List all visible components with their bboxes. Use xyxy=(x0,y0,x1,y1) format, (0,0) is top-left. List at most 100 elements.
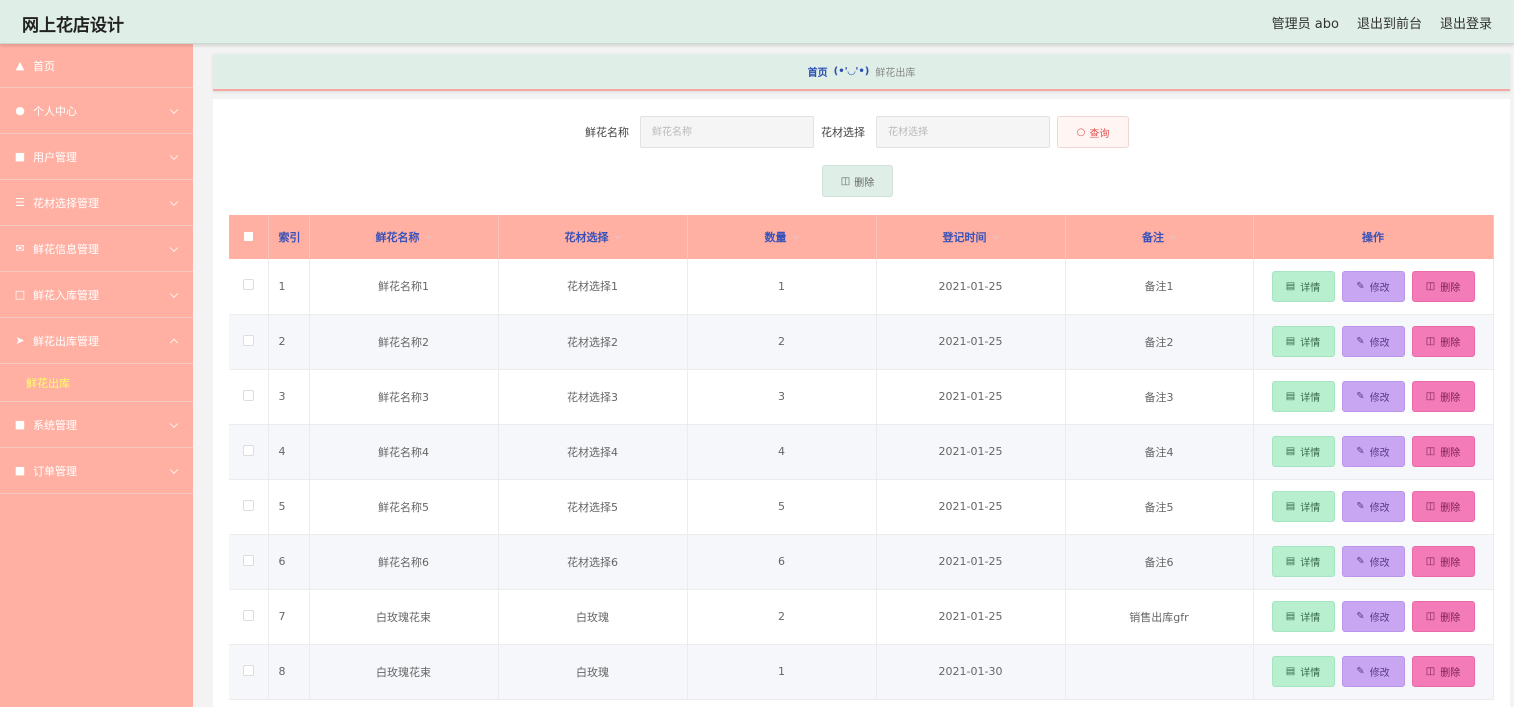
trash-icon: ◫ xyxy=(1425,446,1436,457)
row-checkbox[interactable] xyxy=(229,259,269,315)
batch-delete-button[interactable]: ◫ 删除 xyxy=(822,165,893,197)
sidebar-item-label: 鲜花入库管理 xyxy=(33,288,99,302)
edit-button[interactable]: ✎ 修改 xyxy=(1341,270,1405,302)
sidebar-item-system-management[interactable]: ■ 系统管理 xyxy=(0,402,193,448)
cell-note: 备注6 xyxy=(1065,534,1254,590)
row-checkbox[interactable] xyxy=(229,534,269,590)
table-row: 5 鲜花名称5 花材选择5 5 2021-01-25 备注5 ▤ 详情 ✎ 修改 ◫ 删除 xyxy=(229,479,1494,535)
select-all-checkbox[interactable] xyxy=(229,215,269,259)
cell-actions: ▤ 详情 ✎ 修改 ◫ 删除 xyxy=(1253,534,1494,590)
cell-date: 2021-01-25 xyxy=(876,259,1066,315)
search-icon: ○ xyxy=(1076,126,1086,138)
delete-button[interactable]: ◫ 删除 xyxy=(1411,436,1475,467)
flower-name-input[interactable] xyxy=(640,116,814,148)
col-quantity[interactable]: 数量 xyxy=(687,215,877,259)
detail-button[interactable]: ▤ 详情 xyxy=(1271,601,1335,632)
delete-button[interactable]: ◫ 删除 xyxy=(1411,326,1475,357)
cell-quantity: 6 xyxy=(687,534,877,590)
sidebar-item-user-management[interactable]: ■ 用户管理 xyxy=(0,134,193,180)
exit-to-front-link[interactable]: 退出到前台 xyxy=(1357,13,1422,32)
delete-label: 删除 xyxy=(1440,613,1461,624)
cell-quantity: 2 xyxy=(687,314,877,370)
col-label: 鲜花名称 xyxy=(375,231,420,244)
delete-button[interactable]: ◫ 删除 xyxy=(1411,601,1475,632)
logout-link[interactable]: 退出登录 xyxy=(1440,13,1492,32)
edit-label: 修改 xyxy=(1369,668,1390,679)
detail-button[interactable]: ▤ 详情 xyxy=(1271,656,1335,687)
col-label: 登记时间 xyxy=(942,231,987,244)
col-date[interactable]: 登记时间 xyxy=(876,215,1066,259)
delete-label: 删除 xyxy=(1440,448,1461,459)
detail-button[interactable]: ▤ 详情 xyxy=(1271,491,1335,522)
sidebar-item-home[interactable]: ▲ 首页 xyxy=(0,44,193,88)
edit-button[interactable]: ✎ 修改 xyxy=(1341,656,1405,687)
breadcrumb-current: 鲜花出库 xyxy=(875,68,916,79)
checkbox-icon xyxy=(242,609,254,621)
sidebar-item-label: 个人中心 xyxy=(33,104,77,118)
checkbox-icon xyxy=(242,664,254,676)
checkbox-icon xyxy=(242,334,254,346)
sidebar-item-label: 系统管理 xyxy=(33,418,77,432)
detail-button[interactable]: ▤ 详情 xyxy=(1271,381,1335,412)
detail-button[interactable]: ▤ 详情 xyxy=(1271,436,1335,467)
table-body: 1 鲜花名称1 花材选择1 1 2021-01-25 备注1 ▤ 详情 ✎ 修改 ◫ 删除 2 鲜花名称2… xyxy=(229,259,1494,700)
sidebar-item-material-management[interactable]: ☰ 花材选择管理 xyxy=(0,180,193,226)
col-flower-name[interactable]: 鲜花名称 xyxy=(309,215,499,259)
detail-label: 详情 xyxy=(1300,282,1321,294)
sidebar-item-order-management[interactable]: ■ 订单管理 xyxy=(0,448,193,494)
sidebar-subitem-stock-out[interactable]: 鲜花出库 xyxy=(0,364,193,402)
delete-button[interactable]: ◫ 删除 xyxy=(1411,491,1475,522)
col-label: 备注 xyxy=(1142,231,1164,244)
pencil-icon: ✎ xyxy=(1356,666,1365,677)
sidebar-item-flower-info[interactable]: ✉ 鲜花信息管理 xyxy=(0,226,193,272)
breadcrumb-home[interactable]: 首页 xyxy=(808,64,828,79)
row-checkbox[interactable] xyxy=(229,644,269,700)
row-checkbox[interactable] xyxy=(229,314,269,370)
row-checkbox[interactable] xyxy=(229,479,269,535)
cell-actions: ▤ 详情 ✎ 修改 ◫ 删除 xyxy=(1253,369,1494,425)
edit-button[interactable]: ✎ 修改 xyxy=(1341,491,1405,522)
checkbox-icon xyxy=(242,389,254,401)
edit-label: 修改 xyxy=(1369,448,1390,459)
chevron-down-icon xyxy=(169,289,179,298)
row-checkbox[interactable] xyxy=(229,424,269,480)
delete-button[interactable]: ◫ 删除 xyxy=(1411,270,1475,302)
delete-label: 删除 xyxy=(1440,338,1461,349)
edit-button[interactable]: ✎ 修改 xyxy=(1341,326,1405,357)
edit-button[interactable]: ✎ 修改 xyxy=(1341,601,1405,632)
chat-icon: □ xyxy=(14,288,26,301)
row-checkbox[interactable] xyxy=(229,589,269,645)
sidebar-item-stock-out[interactable]: ➤ 鲜花出库管理 xyxy=(0,318,193,364)
detail-button[interactable]: ▤ 详情 xyxy=(1271,326,1335,357)
trash-icon: ◫ xyxy=(1425,611,1436,622)
detail-button[interactable]: ▤ 详情 xyxy=(1271,270,1335,302)
row-checkbox[interactable] xyxy=(229,369,269,425)
delete-label: 删除 xyxy=(1440,393,1461,404)
edit-button[interactable]: ✎ 修改 xyxy=(1341,381,1405,412)
edit-button[interactable]: ✎ 修改 xyxy=(1341,436,1405,467)
delete-button[interactable]: ◫ 删除 xyxy=(1411,546,1475,577)
chevron-down-icon xyxy=(169,105,179,114)
col-note[interactable]: 备注 xyxy=(1065,215,1254,259)
detail-button[interactable]: ▤ 详情 xyxy=(1271,546,1335,577)
admin-label: 管理员 abo xyxy=(1271,17,1339,32)
cell-quantity: 3 xyxy=(687,369,877,425)
pencil-icon: ✎ xyxy=(1356,501,1365,512)
sidebar-item-stock-in[interactable]: □ 鲜花入库管理 xyxy=(0,272,193,318)
col-material[interactable]: 花材选择 xyxy=(498,215,688,259)
cell-note: 备注5 xyxy=(1065,479,1254,535)
cell-index: 8 xyxy=(268,644,310,700)
pencil-icon: ✎ xyxy=(1356,446,1365,457)
edit-button[interactable]: ✎ 修改 xyxy=(1341,546,1405,577)
delete-button[interactable]: ◫ 删除 xyxy=(1411,381,1475,412)
query-button[interactable]: ○ 查询 xyxy=(1057,116,1129,148)
delete-button[interactable]: ◫ 删除 xyxy=(1411,656,1475,687)
clipboard-check-icon: ■ xyxy=(14,418,26,431)
cell-flower-name: 白玫瑰花束 xyxy=(309,589,499,645)
mail-icon: ✉ xyxy=(15,242,25,255)
flower-name-label: 鲜花名称 xyxy=(585,126,629,139)
sidebar-item-personal-center[interactable]: ● 个人中心 xyxy=(0,88,193,134)
material-input[interactable] xyxy=(876,116,1050,148)
detail-label: 详情 xyxy=(1300,448,1321,459)
cell-flower-name: 鲜花名称1 xyxy=(309,259,499,315)
